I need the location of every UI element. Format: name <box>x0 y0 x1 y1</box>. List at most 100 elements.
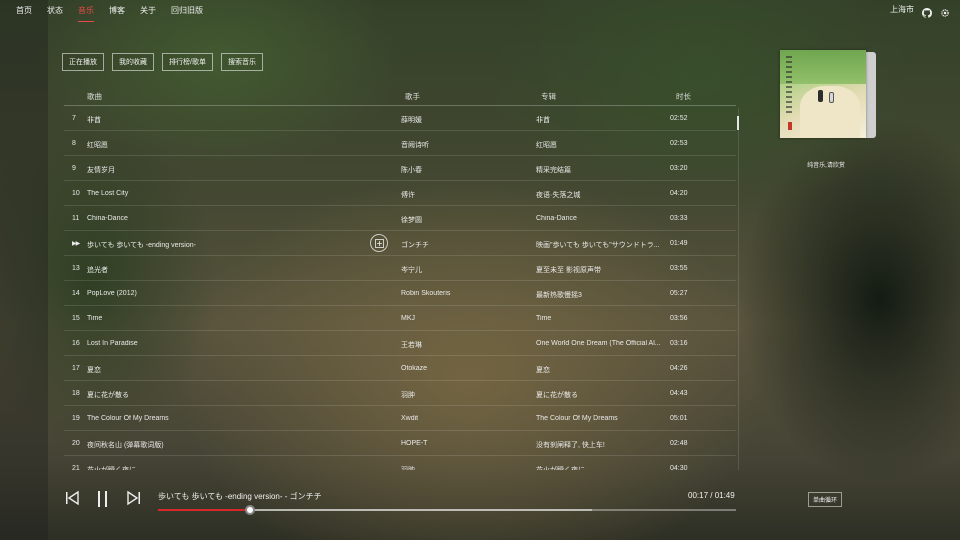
album-cover <box>780 50 866 138</box>
nav-item[interactable]: 回归旧版 <box>171 5 203 16</box>
table-row[interactable]: 18 夏に花が散る 羽肿 夏に花が散る 04:43 <box>64 381 736 406</box>
song-artist: Robin Skouteris <box>401 290 451 297</box>
previous-button[interactable] <box>64 490 80 511</box>
song-title: 友情岁月 <box>87 167 115 174</box>
tab-button[interactable]: 排行榜/歌单 <box>162 53 213 71</box>
song-title: 红昭愿 <box>87 142 108 149</box>
pause-icon <box>98 491 107 507</box>
song-album: 精采完结篇 <box>536 167 571 174</box>
song-duration: 02:53 <box>670 140 688 147</box>
song-artist: Xwdit <box>401 415 419 422</box>
song-artist: MKJ <box>401 315 415 322</box>
cover-trees <box>780 50 866 84</box>
table-row[interactable]: 9 友情岁月 陈小春 精采完结篇 03:20 <box>64 156 736 181</box>
table-row[interactable]: 13 追光者 岑宁儿 夏至未至 影视原声带 03:55 <box>64 256 736 281</box>
row-index: 9 <box>72 165 76 172</box>
header-duration: 时长 <box>676 92 691 101</box>
table-row[interactable]: 20 夜间秋名山 (弹幕歌词版) HOPE-T 没有刹闸释了, 快上车! 02:48 <box>64 431 736 456</box>
table-row[interactable]: 21花火が瞬く夜に羽肿花火が瞬く夜に04:30 <box>64 456 736 470</box>
row-index: 10 <box>72 190 80 197</box>
song-title: 夜间秋名山 (弹幕歌词版) <box>87 442 164 449</box>
song-title: 歩いても 歩いても -ending version- <box>87 242 196 249</box>
nav-item[interactable]: 首页 <box>16 5 32 16</box>
song-album: 夜语·失落之城 <box>536 192 581 199</box>
row-index: 13 <box>72 265 80 272</box>
table-row[interactable]: 14 PopLove (2012) Robin Skouteris 最新热歌慢摇3 05… <box>64 281 736 306</box>
song-artist: 岑宁儿 <box>401 267 422 274</box>
row-index: 21 <box>72 465 80 470</box>
song-title: 夏恋 <box>87 367 101 374</box>
table-row[interactable]: 8 红昭愿 音阙诗听 红昭愿 02:53 <box>64 131 736 156</box>
playback-time: 00:17 / 01:49 <box>688 491 735 500</box>
song-album: 夏恋 <box>536 367 550 374</box>
song-album: 夏至未至 影视原声带 <box>536 267 601 274</box>
table-row[interactable]: 16 Lost In Paradise 王若琳 One World One Dream… <box>64 331 736 356</box>
row-index: 14 <box>72 290 80 297</box>
song-album: Time <box>536 315 552 322</box>
header-title: 歌曲 <box>87 92 102 101</box>
song-album: 映画"歩いても 歩いても"サウンドトラ... <box>536 242 660 249</box>
song-duration: 04:43 <box>670 390 688 397</box>
background-left-strip <box>0 0 48 540</box>
song-artist: HOPE-T <box>401 440 428 447</box>
row-index: 18 <box>72 390 80 397</box>
table-row[interactable]: 15 Time MKJ Time 03:56 <box>64 306 736 331</box>
tab-button[interactable]: 我的收藏 <box>112 53 154 71</box>
progress-fill <box>158 509 251 511</box>
song-album: The Colour Of My Dreams <box>536 415 618 422</box>
nav-item[interactable]: 音乐 <box>78 5 94 22</box>
song-duration: 03:56 <box>670 315 688 322</box>
table-row[interactable]: 19 The Colour Of My Dreams Xwdit The Colour… <box>64 406 736 431</box>
now-playing-title: 歩いても 歩いても -ending version- - ゴンチチ <box>158 492 322 501</box>
progress-bar[interactable] <box>158 505 736 515</box>
pause-button[interactable] <box>96 490 110 513</box>
song-duration: 03:20 <box>670 165 688 172</box>
tab-button[interactable]: 正在播放 <box>62 53 104 71</box>
scroll-track <box>738 108 739 470</box>
music-tabs: 正在播放 我的收藏 排行榜/歌单 搜索音乐 <box>62 53 263 71</box>
song-album: China-Dance <box>536 215 577 222</box>
city-label: 上海市 <box>890 5 914 14</box>
top-nav: 首页 状态 音乐 博客 关于 回归旧版 上海市 <box>0 0 960 22</box>
progress-knob[interactable] <box>245 505 256 515</box>
album-art <box>780 50 876 140</box>
nav-item[interactable]: 博客 <box>109 5 125 16</box>
table-row[interactable]: 11 China-Dance 徐梦圆 China-Dance 03:33 <box>64 206 736 231</box>
table-row[interactable]: 17 夏恋 Otokaze 夏恋 04:26 <box>64 356 736 381</box>
song-duration: 04:30 <box>670 465 688 470</box>
gear-icon[interactable] <box>940 5 950 17</box>
nav-items: 首页 状态 音乐 博客 关于 回归旧版 <box>16 5 218 22</box>
song-artist: 羽肿 <box>401 392 415 399</box>
song-duration: 01:49 <box>670 240 688 247</box>
song-album: One World One Dream (The Official Al... <box>536 340 661 347</box>
song-artist: ゴンチチ <box>401 242 429 249</box>
table-row[interactable]: 10 The Lost City 傅许 夜语·失落之城 04:20 <box>64 181 736 206</box>
add-to-playlist-button[interactable] <box>370 234 388 252</box>
tab-button[interactable]: 搜索音乐 <box>220 53 263 71</box>
row-index: 16 <box>72 340 80 347</box>
next-button[interactable] <box>126 490 142 511</box>
list-scrollbar[interactable] <box>737 108 740 470</box>
row-index: 15 <box>72 315 80 322</box>
table-row[interactable]: ▶▶ 歩いても 歩いても -ending version- ゴンチチ 映画"歩いても … <box>64 231 736 256</box>
nav-item[interactable]: 关于 <box>140 5 156 16</box>
song-title: The Colour Of My Dreams <box>87 415 169 422</box>
scroll-thumb[interactable] <box>737 116 739 130</box>
song-artist: 傅许 <box>401 192 415 199</box>
song-artist: 薛明媛 <box>401 117 422 124</box>
song-album: 夏に花が散る <box>536 392 578 399</box>
song-duration: 03:55 <box>670 265 688 272</box>
song-album: 最新热歌慢摇3 <box>536 292 582 299</box>
previous-icon <box>66 490 79 506</box>
github-icon[interactable] <box>922 5 932 18</box>
song-duration: 05:27 <box>670 290 688 297</box>
song-artist: 羽肿 <box>401 465 531 470</box>
nav-item[interactable]: 状态 <box>47 5 63 16</box>
table-row[interactable]: 7 非酋 薛明媛 非酋 02:52 <box>64 106 736 131</box>
play-mode-button[interactable]: 单曲循环 <box>808 492 843 507</box>
row-index: 8 <box>72 140 76 147</box>
playing-indicator: ▶▶ <box>72 241 80 247</box>
song-duration: 05:01 <box>670 415 688 422</box>
song-title: The Lost City <box>87 190 129 197</box>
song-artist: Otokaze <box>401 365 428 372</box>
